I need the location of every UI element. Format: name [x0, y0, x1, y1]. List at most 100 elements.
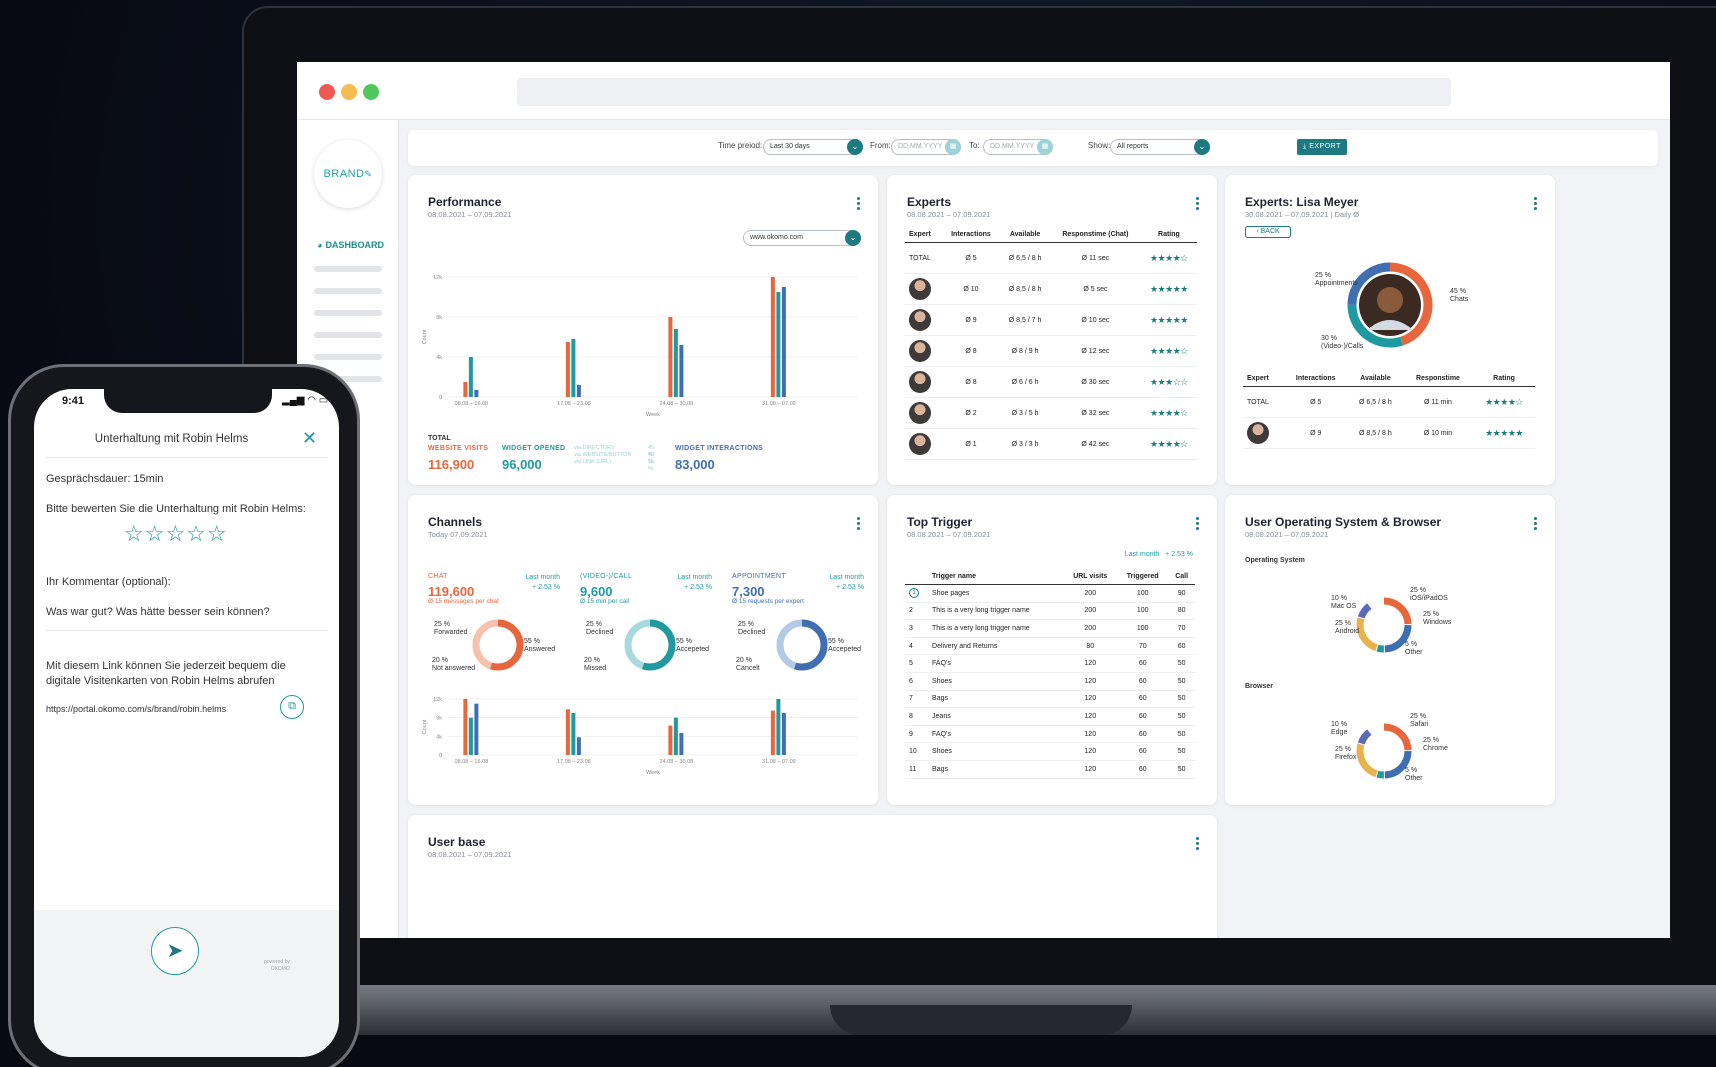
close-window-button[interactable] [319, 84, 335, 100]
show-select[interactable]: All reports ⌄ [1110, 139, 1210, 155]
name: Other [1405, 649, 1423, 656]
donut-label: 25 % Declined [738, 621, 765, 637]
last-month-delta: + 2.53 % [1165, 551, 1193, 558]
total-label: TOTAL [428, 435, 451, 442]
bar [781, 713, 786, 755]
table-row[interactable]: 10 Shoes 120 60 50 [905, 742, 1195, 761]
table-row[interactable]: Ø 9Ø 8,5 / 7 hØ 10 sec ★★★★★ [905, 304, 1197, 336]
avatar [909, 402, 931, 424]
more-menu-icon[interactable] [857, 197, 860, 212]
brand-logo[interactable]: BRAND ✎ [314, 140, 382, 208]
export-button[interactable]: ⤓ EXPORT [1297, 139, 1347, 155]
avail-cell: Ø 8,5 / 7 h [1000, 304, 1051, 336]
via-label: via WEBSITE/BUTTON [574, 452, 632, 458]
table-row[interactable]: 8 Jeans 120 60 50 [905, 707, 1195, 726]
table-row[interactable]: Ø 2Ø 3 / 5 hØ 32 sec ★★★★☆ [905, 397, 1197, 429]
star-rating-input[interactable]: ☆☆☆☆☆ [124, 521, 228, 547]
table-row[interactable]: Ø 10 Ø 8,5 / 8 hØ 5 sec ★★★★★ [905, 273, 1197, 305]
nav-item-placeholder[interactable] [314, 310, 382, 316]
website-filter-select[interactable]: www.okomo.com ⌄ [743, 230, 861, 246]
nav-item-placeholder[interactable] [314, 266, 382, 272]
url-cell: 200 [1063, 602, 1118, 621]
n-cell: 10 [905, 742, 929, 761]
send-icon[interactable]: ➤ [151, 927, 199, 975]
channel-label: CHAT [428, 573, 448, 580]
donut-label: 25 % Chrome [1423, 737, 1448, 753]
table-row[interactable]: 5 FAQ's 120 60 50 [905, 654, 1195, 673]
profile-url[interactable]: https://portal.okomo.com/s/brand/robin.h… [46, 704, 226, 714]
table-header-row: Expert Interactions Available Responstime (… [905, 231, 1197, 243]
avatar [909, 433, 931, 455]
calendar-icon[interactable]: ▦ [945, 139, 961, 155]
avatar [909, 278, 931, 300]
expert-cell [905, 335, 942, 367]
table-row[interactable]: TOTAL Ø 5Ø 6,5 / 8 hØ 11 min ★★★★☆ [1243, 386, 1535, 418]
pct: 55 % [524, 638, 540, 645]
show-label: Show: [1088, 141, 1111, 150]
last-month-label: Last month [829, 574, 864, 581]
from-date-input[interactable]: DD.MM.YYYY ▦ [891, 139, 961, 155]
to-label: To: [969, 141, 980, 150]
phone-notch [104, 389, 272, 413]
minimize-window-button[interactable] [341, 84, 357, 100]
n-cell: 6 [905, 672, 929, 691]
n-cell: 9 [905, 725, 929, 744]
via-label: via DIRECTORY [574, 445, 615, 451]
bar [770, 710, 775, 755]
table-row[interactable]: 7 Bags 120 60 50 [905, 690, 1195, 709]
signal-icon: ▂▄▆ [282, 395, 305, 406]
avail-cell: Ø 6,5 / 8 h [1347, 386, 1403, 418]
url-cell: 120 [1063, 654, 1118, 673]
n-cell: 8 [905, 707, 929, 726]
comment-input[interactable]: Was war gut? Was hätte besser sein könne… [46, 606, 270, 618]
bar [679, 733, 684, 755]
pct: 20 % [432, 657, 448, 664]
pct: 25 % [434, 621, 450, 628]
donut-label: 55 % Accepeted [676, 638, 709, 654]
more-menu-icon[interactable] [1196, 517, 1199, 532]
nav-item-placeholder[interactable] [314, 288, 382, 294]
dashboard-icon: ◕ [317, 240, 323, 250]
to-date-input[interactable]: DD.MM.YYYY ▦ [983, 139, 1053, 155]
donut-label: 20 % Missed [584, 657, 606, 673]
table-row[interactable]: 2 This is a very long trigger name 200 100 8… [905, 602, 1195, 621]
table-row[interactable]: 3 This is a very long trigger name 200 100 7… [905, 619, 1195, 638]
table-row[interactable]: 4 Delivery and Returns 80 70 60 [905, 637, 1195, 656]
table-row[interactable]: TOTAL Ø 5Ø 6,5 / 8 hØ 11 sec ★★★★☆ [905, 242, 1197, 274]
table-row[interactable]: Ø 8Ø 8 / 9 hØ 12 sec ★★★★☆ [905, 335, 1197, 367]
column-header: Call [1168, 573, 1195, 585]
more-menu-icon[interactable] [857, 517, 860, 532]
bar [679, 345, 684, 397]
address-bar[interactable] [517, 78, 1451, 106]
table-row[interactable]: 1 Shoe pages 200 100 90 [905, 584, 1195, 603]
y-tick-label: 8k [436, 716, 442, 722]
time-period-select[interactable]: Last 30 days ⌄ [763, 139, 863, 155]
resp-cell: Ø 42 sec [1050, 428, 1141, 460]
back-button[interactable]: ‹ BACK [1245, 226, 1291, 238]
conversation-header: Unterhaltung mit Robin Helms [94, 433, 249, 445]
close-icon[interactable]: ✕ [302, 428, 317, 449]
table-row[interactable]: 6 Shoes 120 60 50 [905, 672, 1195, 691]
more-menu-icon[interactable] [1534, 197, 1537, 212]
expert-cell [905, 366, 942, 398]
table-row[interactable]: Ø 1Ø 3 / 3 hØ 42 sec ★★★★☆ [905, 428, 1197, 460]
table-row[interactable]: 11 Bags 120 60 50 [905, 760, 1195, 779]
rating-stars: ★★★★☆ [1149, 252, 1188, 263]
avail-cell: Ø 8,5 / 8 h [1347, 417, 1403, 449]
url-cell: 120 [1063, 690, 1118, 709]
more-menu-icon[interactable] [1196, 197, 1199, 212]
table-row[interactable]: Ø 8Ø 6 / 6 hØ 30 sec ★★★☆☆ [905, 366, 1197, 398]
table-row[interactable]: 9 FAQ's 120 60 50 [905, 725, 1195, 744]
more-menu-icon[interactable] [1196, 837, 1199, 852]
calendar-icon[interactable]: ▦ [1037, 139, 1053, 155]
rating-cell: ★★★★★ [1140, 273, 1197, 305]
y-tick-label: 4k [436, 734, 442, 740]
more-menu-icon[interactable] [1534, 517, 1537, 532]
nav-dashboard[interactable]: ◕ DASHBOARD [317, 240, 384, 250]
table-row[interactable]: Ø 9Ø 8,5 / 8 hØ 10 min ★★★★★ [1243, 417, 1535, 449]
avail-cell: Ø 8 / 9 h [1000, 335, 1051, 367]
maximize-window-button[interactable] [363, 84, 379, 100]
nav-item-placeholder[interactable] [314, 332, 382, 338]
copy-icon[interactable]: ⧉ [280, 695, 304, 719]
nav-item-placeholder[interactable] [314, 354, 382, 360]
